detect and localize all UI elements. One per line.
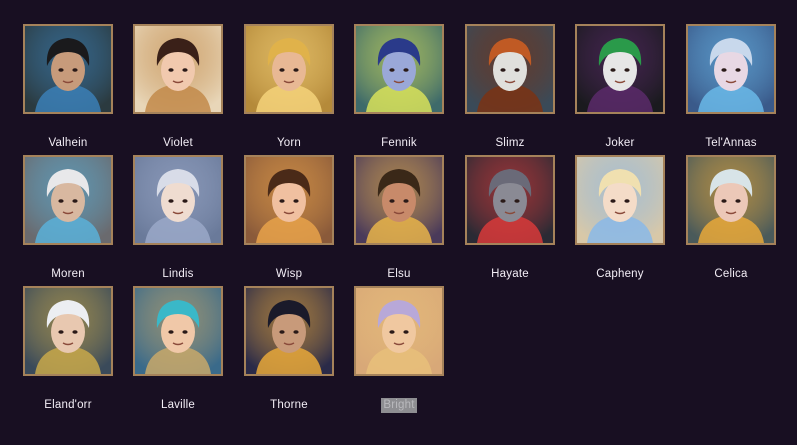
hero-card-capheny[interactable]: Capheny: [575, 155, 665, 282]
hayate-portrait[interactable]: [465, 155, 555, 245]
hero-grid: Valhein Violet Yorn Fennik Slimz Joker Tel'Ann…: [0, 0, 797, 445]
valhein-portrait[interactable]: [23, 24, 113, 114]
hero-name: Capheny: [596, 268, 644, 280]
elandorr-portrait[interactable]: [23, 286, 113, 376]
fennik-portrait[interactable]: [354, 24, 444, 114]
hero-card-hayate[interactable]: Hayate: [465, 155, 555, 282]
hero-name: Valhein: [48, 137, 88, 149]
laville-portrait[interactable]: [133, 286, 223, 376]
hero-name: Wisp: [275, 268, 303, 280]
hero-card-joker[interactable]: Joker: [575, 24, 665, 151]
yorn-portrait[interactable]: [244, 24, 334, 114]
hero-card-laville[interactable]: Laville: [133, 286, 223, 413]
hero-card-celica[interactable]: Celica: [686, 155, 776, 282]
moren-portrait[interactable]: [23, 155, 113, 245]
hero-name: Celica: [714, 268, 748, 280]
hero-card-bright[interactable]: Bright: [354, 286, 444, 413]
hero-name: Moren: [51, 268, 85, 280]
hero-card-violet[interactable]: Violet: [133, 24, 223, 151]
hero-card-moren[interactable]: Moren: [23, 155, 113, 282]
hero-card-lindis[interactable]: Lindis: [133, 155, 223, 282]
hero-name: Fennik: [381, 137, 417, 149]
hero-card-slimz[interactable]: Slimz: [465, 24, 555, 151]
hero-name: Thorne: [270, 399, 308, 411]
slimz-portrait[interactable]: [465, 24, 555, 114]
celica-portrait[interactable]: [686, 155, 776, 245]
hero-name: Violet: [163, 137, 193, 149]
hero-name: Yorn: [276, 137, 302, 149]
hero-name: Lindis: [162, 268, 194, 280]
hero-name: Slimz: [495, 137, 525, 149]
telannas-portrait[interactable]: [686, 24, 776, 114]
hero-card-elsu[interactable]: Elsu: [354, 155, 444, 282]
capheny-portrait[interactable]: [575, 155, 665, 245]
hero-card-wisp[interactable]: Wisp: [244, 155, 334, 282]
hero-name: Joker: [605, 137, 635, 149]
violet-portrait[interactable]: [133, 24, 223, 114]
elsu-portrait[interactable]: [354, 155, 444, 245]
hero-name: Eland'orr: [44, 399, 92, 411]
hero-name: Laville: [160, 399, 195, 411]
hero-card-elandorr[interactable]: Eland'orr: [23, 286, 113, 413]
hero-card-thorne[interactable]: Thorne: [244, 286, 334, 413]
hero-card-telannas[interactable]: Tel'Annas: [686, 24, 776, 151]
hero-name: Elsu: [387, 268, 411, 280]
hero-card-valhein[interactable]: Valhein: [23, 24, 113, 151]
wisp-portrait[interactable]: [244, 155, 334, 245]
thorne-portrait[interactable]: [244, 286, 334, 376]
hero-name: Tel'Annas: [705, 137, 757, 149]
hero-card-fennik[interactable]: Fennik: [354, 24, 444, 151]
bright-portrait[interactable]: [354, 286, 444, 376]
hero-name: Bright: [381, 398, 417, 413]
joker-portrait[interactable]: [575, 24, 665, 114]
hero-name: Hayate: [491, 268, 529, 280]
lindis-portrait[interactable]: [133, 155, 223, 245]
hero-card-yorn[interactable]: Yorn: [244, 24, 334, 151]
